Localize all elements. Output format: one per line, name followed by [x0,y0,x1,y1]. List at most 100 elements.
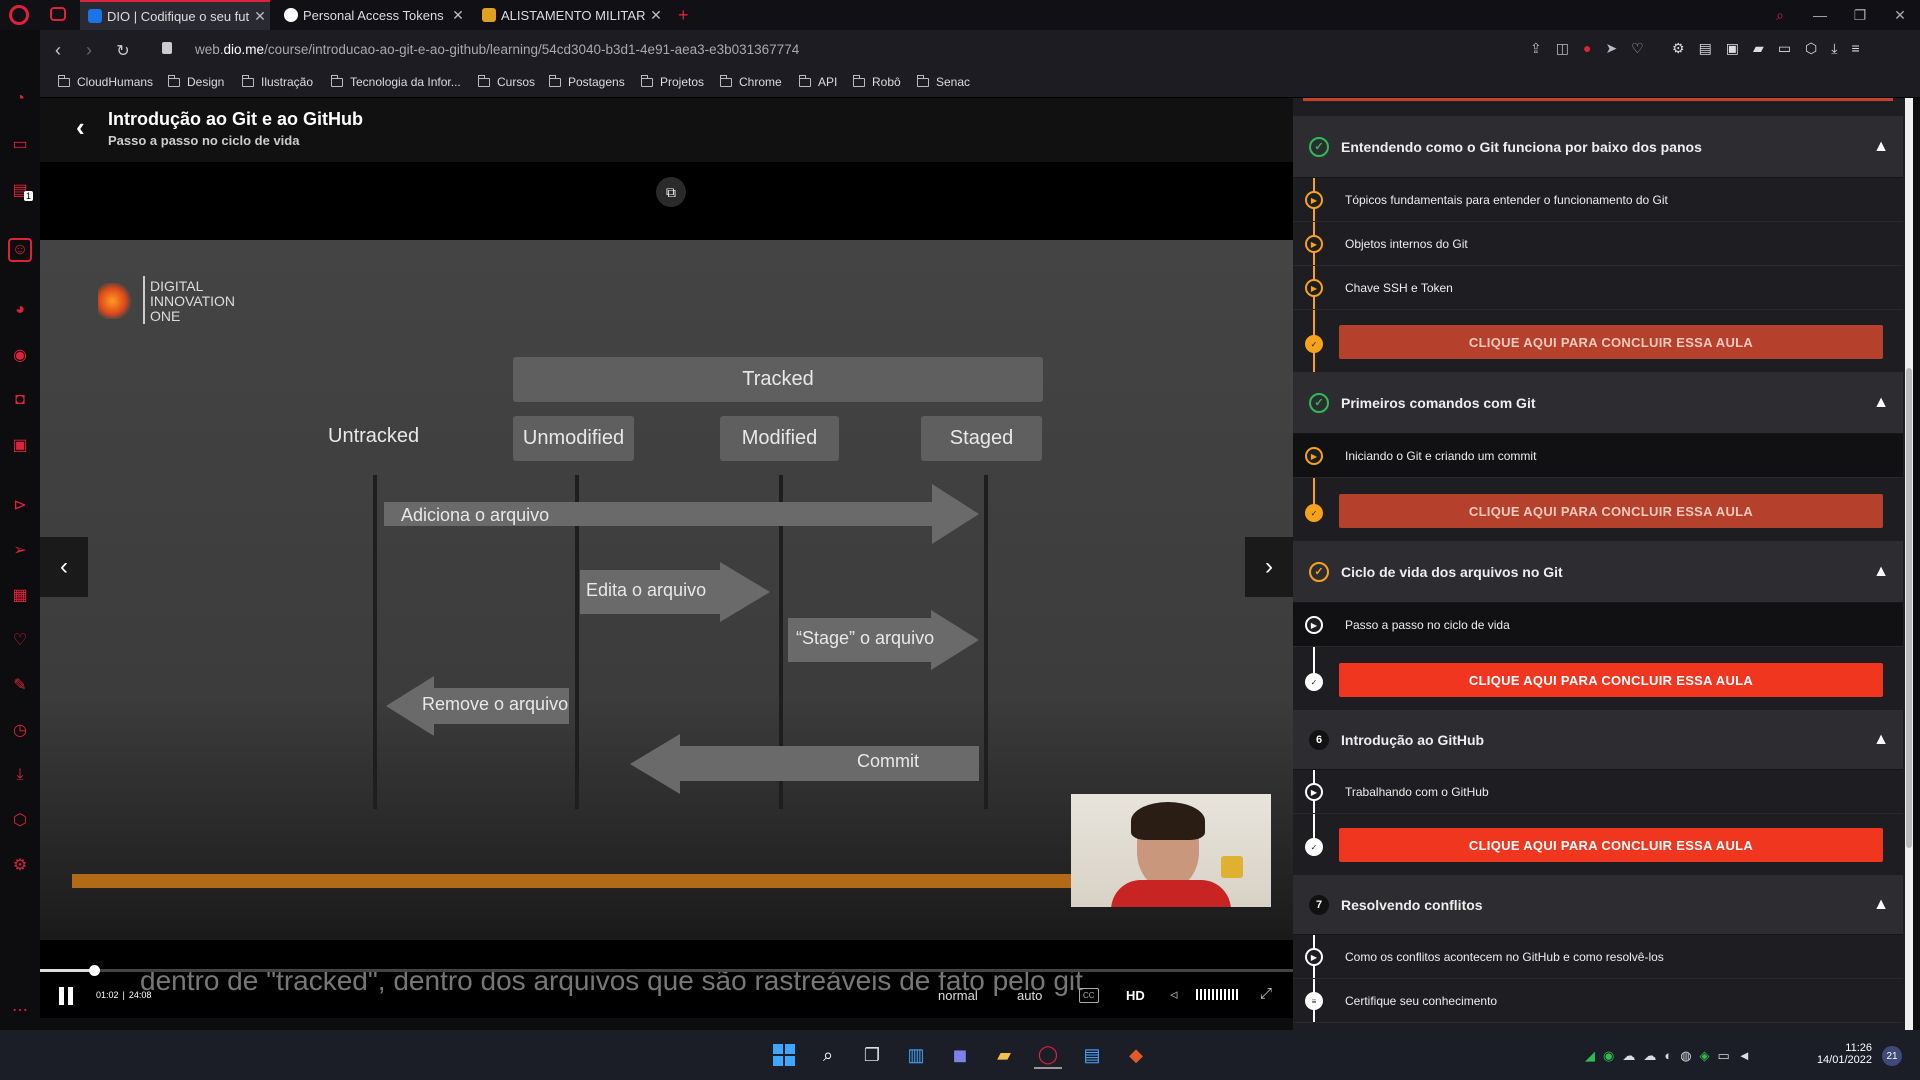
complete-lesson-button[interactable]: CLIQUE AQUI PARA CONCLUIR ESSA AULA [1339,494,1883,528]
search-tabs-icon[interactable]: ⌕ [1760,0,1800,30]
new-tab-button[interactable]: + [678,5,689,26]
adblock-icon[interactable]: ● [1583,40,1591,57]
lesson-item[interactable]: ▶ Tópicos fundamentais para entender o f… [1293,178,1903,222]
edit-icon[interactable]: ✎ [8,673,32,697]
bookmark-item[interactable]: Design [167,74,224,89]
cube-icon[interactable]: ⬡ [8,808,32,832]
vpn-lock-icon[interactable]: ▣ [1726,40,1739,57]
bookmark-item[interactable]: Senac [916,74,970,89]
extension-icon[interactable]: ▰ [1753,40,1764,57]
player-icon[interactable]: ⊳ [8,493,32,517]
pause-button[interactable] [59,987,75,1005]
section-ciclo-de-vida[interactable]: ✓ Ciclo de vida dos arquivos no Git ▲ [1293,541,1903,603]
gear-icon[interactable]: ⚙ [1672,40,1685,57]
heart-icon[interactable]: ♡ [1631,40,1644,57]
shopping-icon[interactable]: ▭ [8,132,32,156]
download-icon[interactable]: ⤓ [1831,40,1837,57]
section-introducao-github[interactable]: 6 Introdução ao GitHub ▲ [1293,710,1903,770]
chevron-up-icon[interactable]: ▲ [1873,394,1889,412]
tab-github-tokens[interactable]: Personal Access Tokens ✕ [276,0,468,30]
chevron-up-icon[interactable]: ▲ [1873,896,1889,914]
section-primeiros-comandos[interactable]: ✓ Primeiros comandos com Git ▲ [1293,372,1903,434]
forward-icon[interactable]: › [78,40,100,61]
url-field[interactable]: web.dio.me/course/introducao-ao-git-e-ao… [195,42,799,57]
progress-track[interactable] [40,969,1293,972]
nvidia-icon[interactable]: ◢ [1585,1048,1595,1064]
clock[interactable]: 11:26 14/01/2022 [1810,1042,1872,1066]
bookmark-item[interactable]: Projetos [640,74,704,89]
tab-alistamento[interactable]: ALISTAMENTO MILITAR ON ✕ [474,0,666,30]
git-icon[interactable]: ◆ [1122,1041,1150,1069]
menu-icon[interactable]: ≡ [1851,40,1859,57]
history-icon[interactable]: ◷ [8,718,32,742]
section-entendendo[interactable]: ✓ Entendendo como o Git funciona por bai… [1293,116,1903,178]
bookmark-item[interactable]: API [798,74,837,89]
send-icon[interactable]: ➤ [1605,40,1617,57]
cloud-icon[interactable]: ☁ [1622,1048,1635,1064]
gaming-icon[interactable]: ☺ [8,238,32,262]
lesson-item-current[interactable]: ▶ Passo a passo no ciclo de vida [1293,603,1903,647]
opera-taskbar-icon[interactable]: ◯ [1034,1041,1062,1069]
send-icon[interactable]: ➢ [8,538,32,562]
complete-lesson-button[interactable]: CLIQUE AQUI PARA CONCLUIR ESSA AULA [1339,325,1883,359]
previous-lesson-button[interactable]: ‹ [40,537,88,597]
bookmark-item[interactable]: CloudHumans [57,74,153,89]
close-tab-icon[interactable]: ✕ [250,8,270,25]
quality-mode-button[interactable]: auto [1017,988,1042,1003]
speaker-icon[interactable]: ◄ [1738,1048,1751,1064]
snapshot-icon[interactable]: ◫ [1556,40,1569,57]
shield-icon[interactable]: ◉ [1603,1048,1614,1064]
reader-icon[interactable]: ▤ [1699,40,1712,57]
steam-icon[interactable]: ◍ [1680,1048,1691,1064]
lock-icon[interactable] [162,42,172,54]
bookmark-item[interactable]: Ilustração [241,74,313,89]
app-icon[interactable]: ◐ [1664,1048,1672,1064]
tv-icon[interactable]: ▣ [8,433,32,457]
heart-icon[interactable]: ♡ [8,628,32,652]
bookmark-item[interactable]: Postagens [548,74,625,89]
telegram-icon[interactable]: ◉ [8,343,32,367]
panel-scrollbar[interactable] [1905,98,1913,1030]
lesson-item[interactable]: ▶ Objetos internos do Git [1293,222,1903,266]
next-lesson-button[interactable]: › [1245,537,1293,597]
fullscreen-icon[interactable]: ⤢ [1260,985,1272,1002]
chevron-up-icon[interactable]: ▲ [1873,731,1889,749]
tab-dio[interactable]: DIO | Codifique o seu futuro ✕ [80,0,270,30]
notepad-icon[interactable]: ▤ [1078,1041,1106,1069]
volume-slider[interactable] [1196,989,1238,1000]
bookmark-item[interactable]: Robô [852,74,901,89]
section-resolvendo-conflitos[interactable]: 7 Resolvendo conflitos ▲ [1293,875,1903,935]
hd-button[interactable]: HD [1126,988,1145,1003]
back-chevron-icon[interactable]: ‹ [76,112,85,143]
complete-lesson-button[interactable]: CLIQUE AQUI PARA CONCLUIR ESSA AULA [1339,663,1883,697]
notification-count-badge[interactable]: 21 [1882,1046,1902,1066]
maximize-button[interactable]: ❐ [1840,0,1880,30]
picture-in-picture-icon[interactable]: ⧉ [656,177,686,207]
captions-button[interactable]: CC [1079,988,1099,1003]
bookmark-item[interactable]: Tecnologia da Infor... [330,74,461,89]
share-icon[interactable]: ⇪ [1530,40,1542,57]
close-window-button[interactable]: ✕ [1880,0,1920,30]
whatsapp-icon[interactable]: ◕ [8,298,32,322]
chat-icon[interactable]: ◼ [946,1041,974,1069]
more-icon[interactable]: ⋯ [8,998,32,1022]
lesson-item[interactable]: ≡ Certifique seu conhecimento [1293,979,1903,1023]
windows-start-icon[interactable] [770,1041,798,1069]
chevron-up-icon[interactable]: ▲ [1873,563,1889,581]
close-tab-icon[interactable]: ✕ [448,7,468,24]
lesson-item[interactable]: ▶ Iniciando o Git e criando um commit [1293,434,1903,478]
volume-icon[interactable]: ◃ [1170,985,1178,1003]
bookmark-item[interactable]: Cursos [477,74,535,89]
grid-icon[interactable]: ▦ [8,583,32,607]
back-icon[interactable]: ‹ [47,40,69,61]
task-view-icon[interactable]: ❐ [858,1041,886,1069]
lesson-item[interactable]: ▶ Trabalhando com o GitHub [1293,770,1903,814]
search-icon[interactable]: ⌕ [814,1041,842,1069]
bookmark-item[interactable]: Chrome [719,74,782,89]
gear-icon[interactable]: ⚙ [8,853,32,877]
network-icon[interactable]: ▭ [1718,1048,1730,1064]
chevron-up-icon[interactable]: ▲ [1873,138,1889,156]
speed-button[interactable]: normal [938,988,978,1003]
instagram-icon[interactable]: ◘ [8,388,32,412]
minimize-button[interactable]: — [1800,0,1840,30]
